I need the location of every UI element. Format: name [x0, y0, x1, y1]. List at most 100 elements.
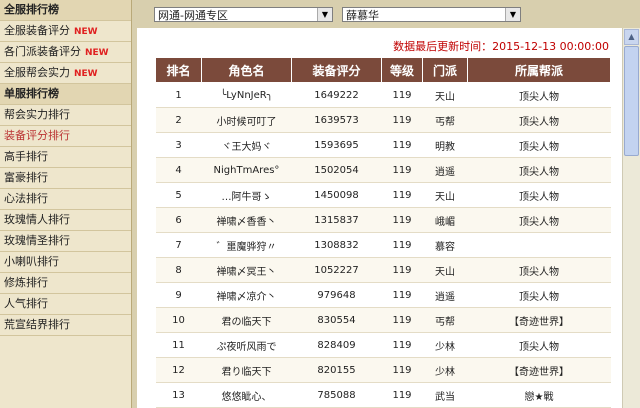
sidebar-item[interactable]: 荒宣结界排行	[0, 315, 131, 336]
vertical-scrollbar[interactable]: ▲	[622, 28, 640, 408]
cell-level: 119	[381, 307, 423, 333]
sidebar-item-label: 单服排行榜	[4, 87, 59, 100]
cell-school: 天山	[422, 257, 468, 283]
filter-bar: 网通-网通专区 ▼ 薛慕华 ▼	[132, 0, 640, 28]
cell-level: 119	[381, 257, 423, 283]
table-body: 1 ╰LyNnJeR╮ 1649222 119 天山 顶尖人物 2 小时候可叮了 1639573…	[155, 82, 611, 408]
region-select[interactable]: 网通-网通专区 ▼	[154, 7, 333, 22]
cell-guild: 顶尖人物	[467, 82, 611, 108]
sidebar-item[interactable]: 高手排行	[0, 147, 131, 168]
cell-school: 明教	[422, 132, 468, 158]
cell-name: 禅啸〆冥王丶	[201, 257, 292, 283]
cell-school: 丐帮	[422, 107, 468, 133]
cell-level: 119	[381, 332, 423, 358]
cell-name: NighTmAres°	[201, 157, 292, 183]
table-row: 3 ヾ王大妈ヾ 1593695 119 明教 顶尖人物	[155, 132, 611, 158]
sidebar-item[interactable]: 人气排行	[0, 294, 131, 315]
cell-score: 1639573	[291, 107, 382, 133]
scroll-thumb[interactable]	[624, 46, 639, 156]
sidebar-item[interactable]: 装备评分排行	[0, 126, 131, 147]
cell-guild: 顶尖人物	[467, 157, 611, 183]
cell-score: 1502054	[291, 157, 382, 183]
cell-score: 820155	[291, 357, 382, 383]
cell-level: 119	[381, 132, 423, 158]
sidebar-section-header: 单服排行榜	[0, 84, 131, 105]
sidebar-item[interactable]: 心法排行	[0, 189, 131, 210]
table-row: 2 小时候可叮了 1639573 119 丐帮 顶尖人物	[155, 107, 611, 133]
cell-rank: 3	[155, 132, 202, 158]
column-header-school: 门派	[422, 57, 468, 83]
cell-score: 979648	[291, 282, 382, 308]
new-badge: NEW	[85, 48, 109, 58]
cell-level: 119	[381, 157, 423, 183]
cell-rank: 1	[155, 82, 202, 108]
table-header-row: 排名 角色名 装备评分 等级 门派 所属帮派	[155, 57, 611, 83]
cell-level: 119	[381, 357, 423, 383]
cell-school: 丐帮	[422, 307, 468, 333]
cell-school: 逍遥	[422, 282, 468, 308]
cell-school: 逍遥	[422, 157, 468, 183]
cell-rank: 8	[155, 257, 202, 283]
sidebar-item-label: 装备评分排行	[4, 129, 70, 142]
cell-name: ゛噩魔骅狩〃	[201, 232, 292, 258]
sidebar-item[interactable]: 小喇叭排行	[0, 252, 131, 273]
table-row: 13 悠悠眦心、 785088 119 武当 戀★戰	[155, 382, 611, 408]
cell-guild: 顶尖人物	[467, 182, 611, 208]
sidebar-item-label: 心法排行	[4, 192, 48, 205]
table-row: 10 君の临天下 830554 119 丐帮 【奇迹世界】	[155, 307, 611, 333]
column-header-level: 等级	[381, 57, 423, 83]
server-select-value: 薛慕华	[346, 9, 379, 22]
column-header-score: 装备评分	[291, 57, 382, 83]
sidebar-item-label: 富豪排行	[4, 171, 48, 184]
cell-score: 1593695	[291, 132, 382, 158]
table-row: 4 NighTmAres° 1502054 119 逍遥 顶尖人物	[155, 157, 611, 183]
sidebar-item[interactable]: 富豪排行	[0, 168, 131, 189]
sidebar-item-label: 高手排行	[4, 150, 48, 163]
sidebar-item[interactable]: 帮会实力排行	[0, 105, 131, 126]
sidebar-item[interactable]: 各门派装备评分 NEW	[0, 42, 131, 63]
cell-level: 119	[381, 107, 423, 133]
sidebar-item-label: 人气排行	[4, 297, 48, 310]
cell-score: 785088	[291, 382, 382, 408]
sidebar-item-label: 全服排行榜	[4, 3, 59, 16]
cell-school: 天山	[422, 182, 468, 208]
sidebar-item-label: 玫瑰情人排行	[4, 213, 70, 226]
cell-score: 1649222	[291, 82, 382, 108]
cell-school: 武当	[422, 382, 468, 408]
sidebar-item[interactable]: 玫瑰情圣排行	[0, 231, 131, 252]
chevron-down-icon[interactable]: ▼	[317, 8, 332, 21]
sidebar-item[interactable]: 修炼排行	[0, 273, 131, 294]
cell-name: 禅啸〆香香丶	[201, 207, 292, 233]
cell-score: 828409	[291, 332, 382, 358]
ranking-panel: 数据最后更新时间：2015-12-13 00:00:00 排名 角色名 装备评分…	[137, 28, 623, 408]
cell-name: 禅啸〆凉介丶	[201, 282, 292, 308]
cell-score: 1315837	[291, 207, 382, 233]
column-header-guild: 所属帮派	[467, 57, 611, 83]
sidebar-item-label: 各门派装备评分	[4, 45, 81, 58]
cell-guild: 顶尖人物	[467, 282, 611, 308]
cell-rank: 4	[155, 157, 202, 183]
cell-rank: 7	[155, 232, 202, 258]
cell-level: 119	[381, 232, 423, 258]
sidebar-item[interactable]: 全服帮会实力 NEW	[0, 63, 131, 84]
sidebar-item[interactable]: 全服装备评分 NEW	[0, 21, 131, 42]
sidebar-item-label: 玫瑰情圣排行	[4, 234, 70, 247]
cell-rank: 11	[155, 332, 202, 358]
table-row: 11 ぷ夜听风雨で 828409 119 少林 顶尖人物	[155, 332, 611, 358]
cell-school: 少林	[422, 332, 468, 358]
cell-level: 119	[381, 282, 423, 308]
table-row: 1 ╰LyNnJeR╮ 1649222 119 天山 顶尖人物	[155, 82, 611, 108]
cell-score: 1308832	[291, 232, 382, 258]
table-row: 7 ゛噩魔骅狩〃 1308832 119 慕容	[155, 232, 611, 258]
cell-score: 1052227	[291, 257, 382, 283]
scroll-up-icon[interactable]: ▲	[624, 29, 639, 45]
cell-score: 830554	[291, 307, 382, 333]
cell-name: 悠悠眦心、	[201, 382, 292, 408]
table-row: 6 禅啸〆香香丶 1315837 119 峨嵋 顶尖人物	[155, 207, 611, 233]
chevron-down-icon[interactable]: ▼	[505, 8, 520, 21]
server-select[interactable]: 薛慕华 ▼	[342, 7, 521, 22]
sidebar-item[interactable]: 玫瑰情人排行	[0, 210, 131, 231]
sidebar-item-label: 全服装备评分	[4, 24, 70, 37]
cell-rank: 2	[155, 107, 202, 133]
table-row: 8 禅啸〆冥王丶 1052227 119 天山 顶尖人物	[155, 257, 611, 283]
